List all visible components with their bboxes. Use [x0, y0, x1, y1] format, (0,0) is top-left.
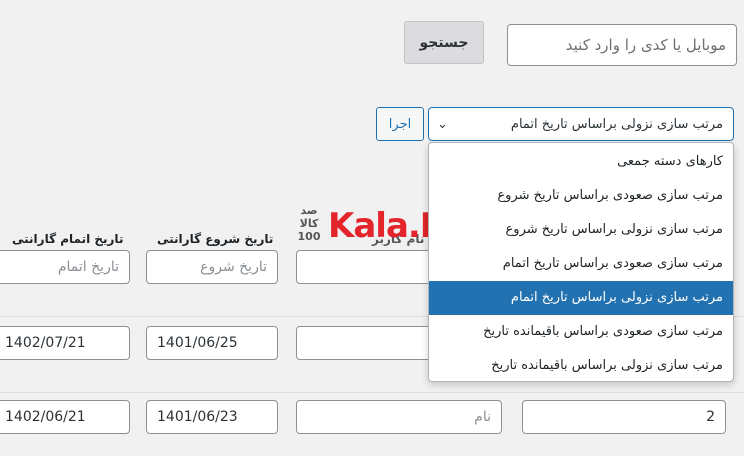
warranty-end-date-input[interactable] [0, 326, 130, 360]
warranty-start-date-input[interactable] [146, 326, 278, 360]
sort-option[interactable]: کارهای دسته جمعی [429, 145, 733, 179]
sort-dropdown-list: کارهای دسته جمعی مرتب سازی صعودی براساس … [428, 142, 734, 382]
sort-option-selected[interactable]: مرتب سازی نزولی براساس تاریخ اتمام [429, 281, 733, 315]
apply-button[interactable]: اجرا [376, 107, 424, 141]
column-header-warranty-end: تاریخ اتمام گارانتی [12, 232, 124, 246]
warranty-end-filter-input[interactable] [0, 250, 130, 284]
sort-option[interactable]: مرتب سازی صعودی براساس باقیمانده تاریخ [429, 315, 733, 349]
logo-mark: صد کالا 100 [297, 204, 321, 243]
user-name-filter-input[interactable] [296, 250, 436, 284]
chevron-down-icon: ⌄ [437, 116, 448, 132]
row-divider [0, 392, 744, 393]
sort-option[interactable]: مرتب سازی صعودی براساس تاریخ شروع [429, 179, 733, 213]
sort-option[interactable]: مرتب سازی صعودی براساس تاریخ اتمام [429, 247, 733, 281]
column-header-warranty-start: تاریخ شروع گارانتی [157, 232, 274, 246]
warranty-start-filter-input[interactable] [146, 250, 278, 284]
sort-select-value: مرتب سازی نزولی براساس تاریخ اتمام [510, 116, 723, 132]
sort-option[interactable]: مرتب سازی نزولی براساس باقیمانده تاریخ [429, 349, 733, 383]
sort-option[interactable]: مرتب سازی نزولی براساس تاریخ شروع [429, 213, 733, 247]
column-header-user-name: نام کاربر [372, 232, 425, 246]
sort-select[interactable]: مرتب سازی نزولی براساس تاریخ اتمام ⌄ [428, 107, 734, 141]
user-name-input[interactable] [296, 400, 502, 434]
warranty-end-date-input[interactable] [0, 400, 130, 434]
user-name-input[interactable] [296, 326, 436, 360]
search-button[interactable]: جستجو [404, 21, 484, 64]
row-number-input[interactable] [522, 400, 726, 434]
warranty-start-date-input[interactable] [146, 400, 278, 434]
search-input[interactable] [507, 24, 737, 66]
